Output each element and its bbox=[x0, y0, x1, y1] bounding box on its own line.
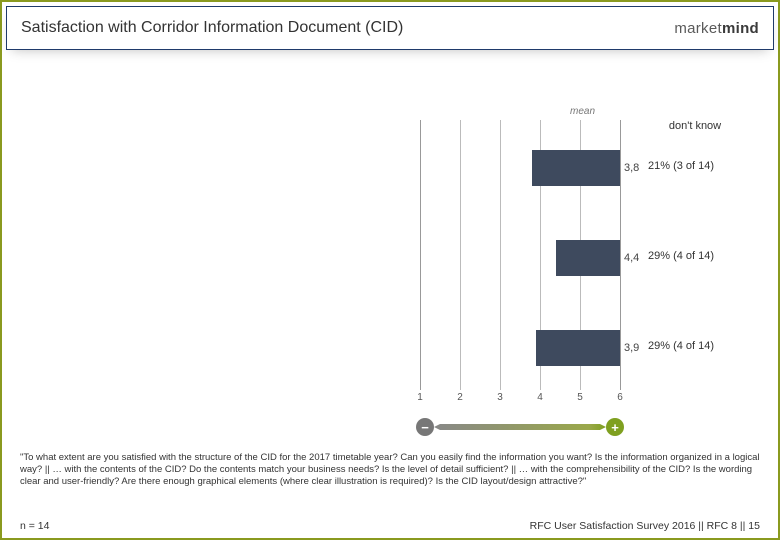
bar bbox=[536, 330, 620, 366]
tick-label: 2 bbox=[450, 392, 470, 403]
bar-row: 3,9 bbox=[420, 330, 639, 366]
bar bbox=[556, 240, 620, 276]
mean-label: mean bbox=[570, 106, 595, 117]
bar bbox=[532, 150, 620, 186]
chart: mean 1 2 3 4 5 6 3,8 4,4 3,9 bbox=[420, 120, 620, 420]
tick-label: 4 bbox=[530, 392, 550, 403]
bar-value: 3,9 bbox=[624, 342, 639, 354]
dont-know-value: 29% (4 of 14) bbox=[640, 250, 750, 262]
tick-label: 5 bbox=[570, 392, 590, 403]
tick-label: 3 bbox=[490, 392, 510, 403]
footer: n = 14 RFC User Satisfaction Survey 2016… bbox=[20, 520, 760, 532]
n-label: n = 14 bbox=[20, 520, 50, 532]
minus-icon: − bbox=[416, 418, 434, 436]
bar-value: 4,4 bbox=[624, 252, 639, 264]
bar-row: 3,8 bbox=[420, 150, 639, 186]
tick-label: 1 bbox=[410, 392, 430, 403]
page-title: Satisfaction with Corridor Information D… bbox=[21, 19, 403, 37]
tick-label: 6 bbox=[610, 392, 630, 403]
logo-prefix: market bbox=[674, 20, 722, 37]
header-bar: Satisfaction with Corridor Information D… bbox=[6, 6, 774, 50]
arrow-gradient bbox=[434, 424, 606, 430]
plus-icon: + bbox=[606, 418, 624, 436]
dont-know-value: 21% (3 of 14) bbox=[640, 160, 750, 172]
question-text: "To what extent are you satisfied with t… bbox=[20, 452, 760, 488]
logo: marketmind bbox=[674, 20, 759, 37]
dont-know-value: 29% (4 of 14) bbox=[640, 340, 750, 352]
dont-know-header: don't know bbox=[640, 120, 750, 132]
logo-suffix: mind bbox=[722, 20, 759, 37]
bar-row: 4,4 bbox=[420, 240, 639, 276]
bar-value: 3,8 bbox=[624, 162, 639, 174]
source-label: RFC User Satisfaction Survey 2016 || RFC… bbox=[530, 520, 760, 532]
scale-arrow: − + bbox=[420, 418, 620, 438]
